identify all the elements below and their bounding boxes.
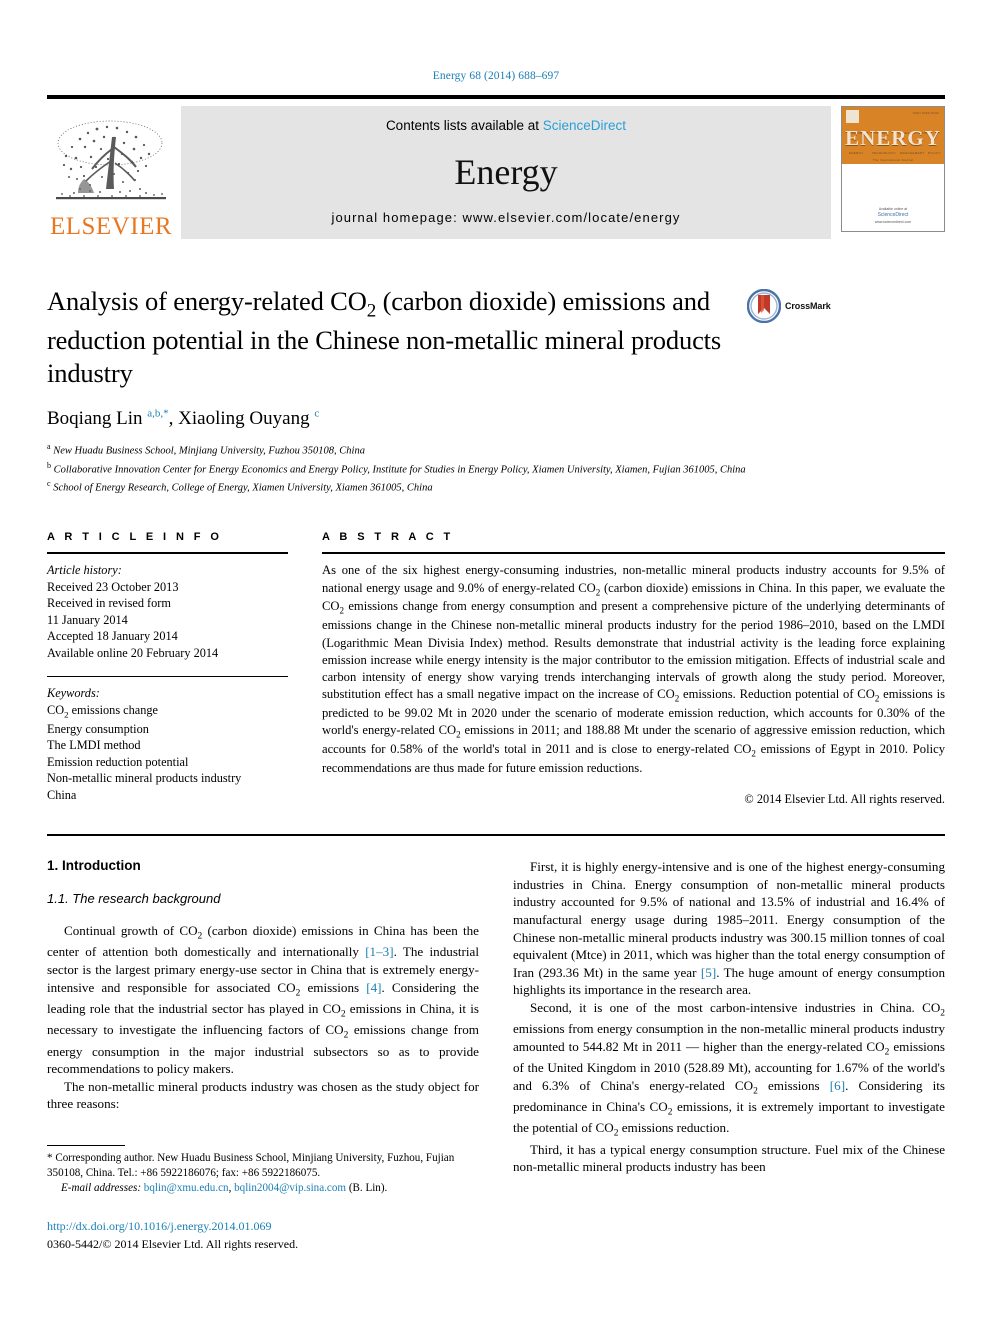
citation-link[interactable]: [5] (701, 965, 716, 980)
history-item: Accepted 18 January 2014 (47, 629, 178, 644)
cover-orange-band: ISSN 0360-5442 VOLUME 68 ISSUE 1 PAGES 2… (842, 107, 944, 164)
email-note: E-mail addresses: bqlin@xmu.edu.cn, bqli… (47, 1181, 479, 1196)
affiliation-list: a New Huadu Business School, Minjiang Un… (47, 441, 945, 496)
divider (47, 552, 288, 555)
elsevier-tree-icon (56, 120, 166, 200)
article-info-column: A R T I C L E I N F O Article history: R… (47, 531, 288, 807)
crossmark-badge[interactable]: CrossMark (747, 285, 845, 323)
affiliation-text: School of Energy Research, College of En… (53, 482, 433, 494)
subsection-heading-research-background: 1.1. The research background (47, 891, 221, 907)
article-info-heading: A R T I C L E I N F O (47, 531, 223, 544)
cover-url: www.sciencedirect.com (874, 219, 912, 224)
history-item: 11 January 2014 (47, 612, 128, 627)
author-names: Boqiang Lin a,b,*, Xiaoling Ouyang c (47, 407, 320, 430)
paragraph: Third, it has a typical energy consumpti… (513, 1141, 945, 1175)
article-history-label: Article history: (47, 563, 122, 578)
paragraph: Second, it is one of the most carbon-int… (513, 1000, 946, 1140)
cover-subtitle: The International Journal (872, 158, 914, 162)
sciencedirect-link[interactable]: ScienceDirect (543, 118, 626, 133)
email-label: E-mail addresses: (61, 1182, 142, 1195)
author-list: Boqiang Lin a,b,*, Xiaoling Ouyang c (47, 408, 945, 430)
abstract-text: As one of the six highest energy-consumi… (322, 563, 945, 775)
page-title: Analysis of energy-related CO2 (carbon d… (47, 286, 722, 389)
keyword-item: Non-metallic mineral products industry (47, 771, 242, 786)
abstract-copyright: © 2014 Elsevier Ltd. All rights reserved… (744, 792, 945, 807)
keywords-label: Keywords: (47, 686, 100, 701)
cover-issn-text: ISSN 0360-5442 (912, 111, 939, 115)
cover-journal-wordmark: ENERGY (845, 126, 941, 150)
history-item: Received 23 October 2013 (47, 579, 179, 594)
divider (322, 552, 945, 555)
cover-row-text-1: ENERGY (849, 151, 864, 155)
cover-publisher-mark-icon (846, 110, 859, 123)
keyword-item: China (47, 787, 77, 802)
title-block: Analysis of energy-related CO2 (carbon d… (47, 285, 945, 391)
abstract-heading: A B S T R A C T (322, 531, 454, 544)
paper-page: Energy 68 (2014) 688–697 ELSEVIER Conten… (0, 0, 992, 1323)
cover-row-text-4: POLICY (928, 151, 941, 155)
cover-bottom-block: Available online at ScienceDirect www.sc… (842, 207, 944, 225)
affiliation-mark: b (47, 460, 51, 470)
abstract-column: A B S T R A C T As one of the six highes… (322, 531, 945, 807)
email-link-1[interactable]: bqlin@xmu.edu.cn (144, 1182, 229, 1194)
keyword-item: CO2 emissions change (47, 702, 158, 720)
footnote-block: * Corresponding author. New Huadu Busine… (47, 1145, 479, 1253)
history-item: Available online 20 February 2014 (47, 645, 219, 660)
body-columns: 1. Introduction 1.1. The research backgr… (47, 858, 945, 1253)
crossmark-icon (747, 289, 781, 323)
keyword-item: Energy consumption (47, 721, 149, 736)
divider (47, 834, 945, 837)
cover-row-text-3: MANAGEMENT (900, 151, 925, 155)
issn-copyright-line: 0360-5442/© 2014 Elsevier Ltd. All right… (47, 1236, 299, 1251)
section-heading-introduction: 1. Introduction (47, 858, 141, 874)
history-item: Received in revised form (47, 596, 171, 611)
elsevier-wordmark: ELSEVIER (49, 213, 173, 240)
paragraph: Continual growth of CO2 (carbon dioxide)… (47, 923, 479, 1077)
imprint-block: http://dx.doi.org/10.1016/j.energy.2014.… (47, 1218, 479, 1253)
affiliation-item: c School of Energy Research, College of … (47, 478, 945, 496)
affiliation-text: New Huadu Business School, Minjiang Univ… (53, 445, 365, 457)
contents-available-line: Contents lists available at ScienceDirec… (386, 118, 626, 133)
cover-row-text-2: TECHNOLOGY (872, 151, 897, 155)
corresponding-author-note: * Corresponding author. New Huadu Busine… (47, 1151, 479, 1181)
paragraph: First, it is highly energy-intensive and… (513, 859, 945, 998)
citation-link[interactable]: [1–3] (365, 944, 393, 959)
title-text-wrap: Analysis of energy-related CO2 (carbon d… (47, 285, 747, 391)
contents-prefix: Contents lists available at (385, 118, 543, 133)
email-suffix: (B. Lin). (348, 1182, 388, 1195)
affiliation-text: Collaborative Innovation Center for Ener… (53, 464, 746, 476)
affiliation-item: a New Huadu Business School, Minjiang Un… (47, 441, 945, 459)
affiliation-mark: c (47, 478, 51, 488)
elsevier-logo: ELSEVIER (47, 106, 175, 239)
crossmark-label: CrossMark (785, 301, 831, 311)
citation-link[interactable]: [4] (366, 980, 381, 995)
corresponding-author-text: * Corresponding author. New Huadu Busine… (47, 1152, 455, 1180)
masthead-center-panel: Contents lists available at ScienceDirec… (181, 106, 831, 239)
keywords-block: Keywords: CO2 emissions change Energy co… (47, 685, 288, 803)
running-head: Energy 68 (2014) 688–697 (432, 70, 560, 82)
email-link-2[interactable]: bqlin2004@vip.sina.com (234, 1182, 346, 1194)
journal-title: Energy (454, 151, 558, 192)
divider (47, 676, 288, 678)
paragraph: The non-metallic mineral products indust… (47, 1078, 479, 1112)
body-right-column: First, it is highly energy-intensive and… (513, 858, 945, 1253)
cover-sciencedirect: ScienceDirect (877, 212, 909, 219)
info-abstract-region: A R T I C L E I N F O Article history: R… (47, 531, 945, 807)
keyword-item: Emission reduction potential (47, 754, 189, 769)
footnote-divider (47, 1145, 125, 1147)
journal-cover-thumbnail: ISSN 0360-5442 VOLUME 68 ISSUE 1 PAGES 2… (841, 106, 945, 232)
affiliation-item: b Collaborative Innovation Center for En… (47, 460, 945, 478)
abstract-bottom-divider-wrap (47, 834, 945, 837)
body-left-column: 1. Introduction 1.1. The research backgr… (47, 858, 479, 1253)
affiliation-mark: a (47, 442, 51, 452)
article-history-block: Article history: Received 23 October 201… (47, 562, 288, 661)
citation-link[interactable]: [6] (830, 1078, 845, 1093)
journal-masthead: ELSEVIER Contents lists available at Sci… (47, 95, 945, 239)
keyword-item: The LMDI method (47, 738, 141, 753)
journal-homepage-link[interactable]: journal homepage: www.elsevier.com/locat… (331, 210, 680, 225)
doi-link[interactable]: http://dx.doi.org/10.1016/j.energy.2014.… (47, 1218, 479, 1235)
